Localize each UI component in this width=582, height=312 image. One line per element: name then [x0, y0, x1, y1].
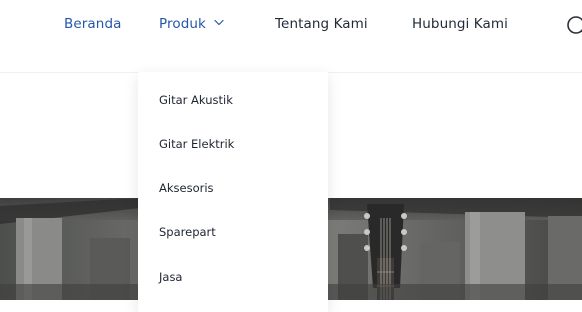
dropdown-item-gitar-elektrik[interactable]: Gitar Elektrik: [159, 137, 234, 151]
nav-item-hubungi-kami[interactable]: Hubungi Kami: [412, 15, 508, 33]
chevron-down-icon: [214, 19, 224, 26]
produk-dropdown-menu: Gitar Akustik Gitar Elektrik Aksesoris S…: [138, 72, 328, 312]
nav-item-tentang-kami[interactable]: Tentang Kami: [275, 15, 368, 33]
nav-item-label: Beranda: [64, 16, 122, 32]
search-icon: [567, 16, 582, 34]
main-nav: Beranda Produk Tentang Kami Hubungi Kami: [0, 0, 582, 48]
dropdown-item-jasa[interactable]: Jasa: [159, 270, 182, 284]
nav-item-produk[interactable]: Produk: [159, 15, 224, 33]
search-button[interactable]: [562, 11, 582, 41]
nav-item-beranda[interactable]: Beranda: [64, 15, 122, 33]
dropdown-item-aksesoris[interactable]: Aksesoris: [159, 181, 214, 195]
dropdown-item-sparepart[interactable]: Sparepart: [159, 225, 216, 239]
nav-item-label: Produk: [159, 16, 206, 32]
site-header: Beranda Produk Tentang Kami Hubungi Kami: [0, 0, 582, 73]
dropdown-item-gitar-akustik[interactable]: Gitar Akustik: [159, 93, 233, 107]
nav-item-label: Hubungi Kami: [412, 16, 508, 32]
nav-item-label: Tentang Kami: [275, 16, 368, 32]
